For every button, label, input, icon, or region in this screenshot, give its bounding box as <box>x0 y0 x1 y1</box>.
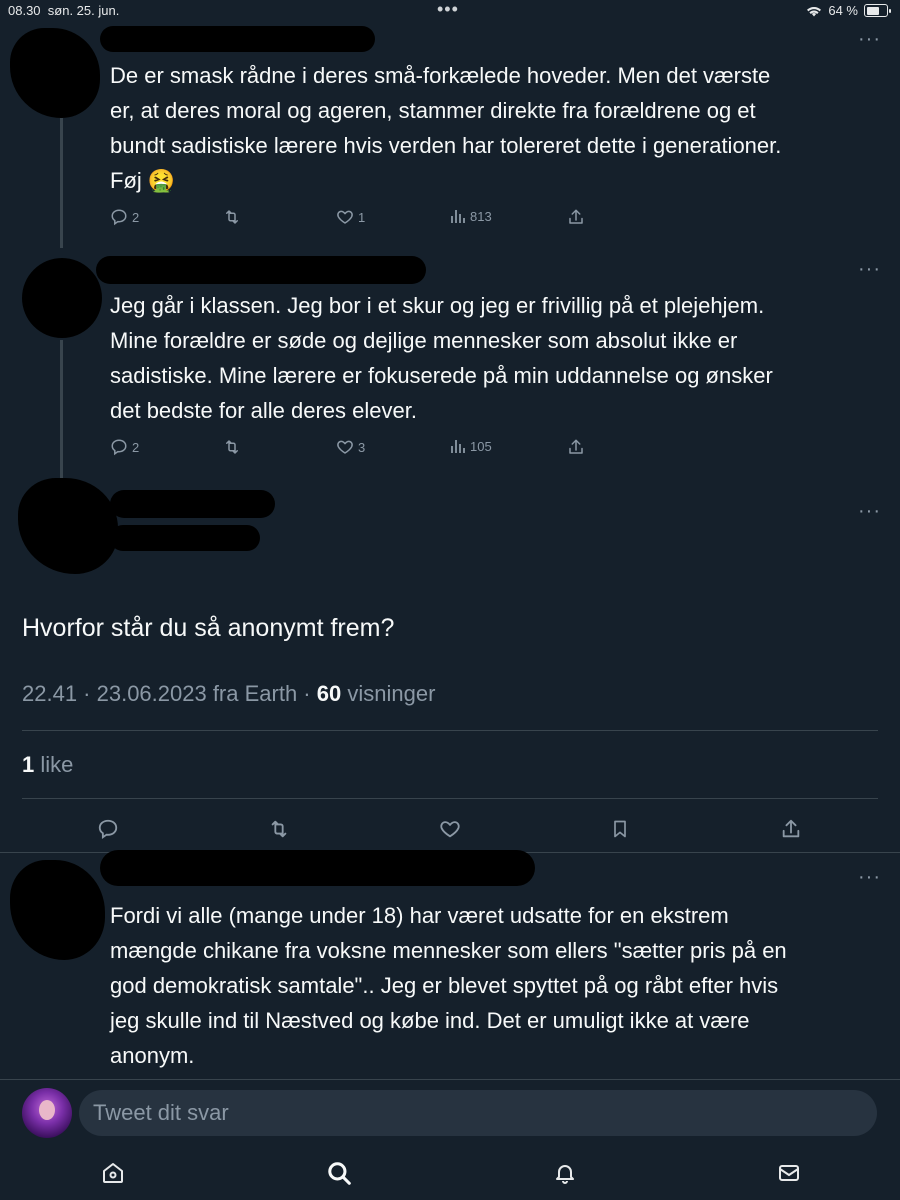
reply-button[interactable]: 2 <box>110 208 139 226</box>
tweet-actions: 2 1 813 <box>0 208 900 230</box>
my-avatar[interactable] <box>22 1088 72 1138</box>
reply-button[interactable] <box>97 818 119 840</box>
reply-composer <box>0 1079 900 1148</box>
tweet-text: De er smask rådne i deres små-forkælede … <box>110 63 782 193</box>
retweet-icon <box>226 210 238 224</box>
bottom-nav <box>0 1147 900 1200</box>
avatar[interactable] <box>22 258 102 338</box>
share-icon <box>569 209 583 224</box>
nav-search[interactable] <box>326 1160 352 1186</box>
status-time: 08.30 søn. 25. jun. <box>8 3 120 18</box>
more-options-button[interactable]: ··· <box>858 866 881 889</box>
reply-icon <box>111 209 127 226</box>
retweet-icon <box>271 820 287 838</box>
share-icon <box>782 819 800 838</box>
battery-icon <box>864 4 891 17</box>
battery-percent: 64 % <box>828 3 858 18</box>
tweet-meta: 22.41 · 23.06.2023 fra Earth · 60 visnin… <box>22 681 436 706</box>
like-button[interactable]: 1 <box>336 208 365 226</box>
likes-count-link[interactable]: 1 like <box>22 752 73 778</box>
avatar-scribbled[interactable] <box>10 860 105 960</box>
status-right: 64 % <box>806 3 891 18</box>
username-scribbled[interactable] <box>100 26 375 52</box>
like-button[interactable] <box>439 818 461 840</box>
nav-messages[interactable] <box>777 1161 801 1185</box>
reply-icon <box>111 439 127 456</box>
handle-scribbled[interactable] <box>110 525 260 551</box>
views-icon <box>451 440 465 453</box>
avatar-scribbled[interactable] <box>10 28 100 118</box>
views-button[interactable]: 813 <box>450 208 492 224</box>
divider <box>22 798 878 799</box>
divider <box>22 730 878 731</box>
nav-home[interactable] <box>101 1161 125 1185</box>
main-tweet-actions <box>0 818 900 842</box>
avatar-scribbled[interactable] <box>18 478 118 574</box>
display-name-scribbled[interactable] <box>110 490 275 518</box>
share-button[interactable] <box>780 818 802 840</box>
more-options-button[interactable]: ··· <box>858 500 881 523</box>
wifi-icon <box>807 6 822 16</box>
reply-input[interactable] <box>79 1090 877 1136</box>
more-options-button[interactable]: ··· <box>858 258 881 281</box>
views-icon <box>451 210 465 223</box>
retweet-button[interactable] <box>222 438 242 456</box>
tweet-actions: 2 3 105 <box>0 438 900 460</box>
like-icon <box>440 821 460 838</box>
views-count: 60 <box>316 681 342 706</box>
like-button[interactable]: 3 <box>336 438 365 456</box>
retweet-button[interactable] <box>267 818 291 840</box>
reply-button[interactable]: 2 <box>110 438 139 456</box>
retweet-button[interactable] <box>222 208 242 226</box>
views-button[interactable]: 105 <box>450 438 492 454</box>
bookmark-icon <box>614 820 626 838</box>
like-icon <box>337 210 353 224</box>
home-icon <box>103 1163 123 1183</box>
retweet-icon <box>226 440 238 454</box>
reply-icon <box>98 819 118 840</box>
share-button[interactable] <box>567 208 585 226</box>
username-scribbled[interactable] <box>96 256 426 284</box>
status-bar: 08.30 søn. 25. jun. ••• 64 % <box>0 0 900 22</box>
more-options-button[interactable]: ··· <box>858 28 881 51</box>
share-button[interactable] <box>567 438 585 456</box>
search-icon <box>328 1162 351 1185</box>
tweet-text: Jeg går i klassen. Jeg bor i et skur og … <box>110 293 773 423</box>
mail-icon <box>779 1165 799 1181</box>
main-tweet-text: Hvorfor står du så anonymt frem? <box>22 614 395 642</box>
multitasking-dots[interactable]: ••• <box>437 0 459 20</box>
tweet-text: Fordi vi alle (mange under 18) har været… <box>110 903 787 1068</box>
share-icon <box>569 439 583 454</box>
nav-notifications[interactable] <box>553 1161 577 1185</box>
username-scribbled[interactable] <box>100 850 535 886</box>
bell-icon <box>556 1165 574 1184</box>
like-icon <box>337 440 353 454</box>
bookmark-button[interactable] <box>610 818 630 840</box>
